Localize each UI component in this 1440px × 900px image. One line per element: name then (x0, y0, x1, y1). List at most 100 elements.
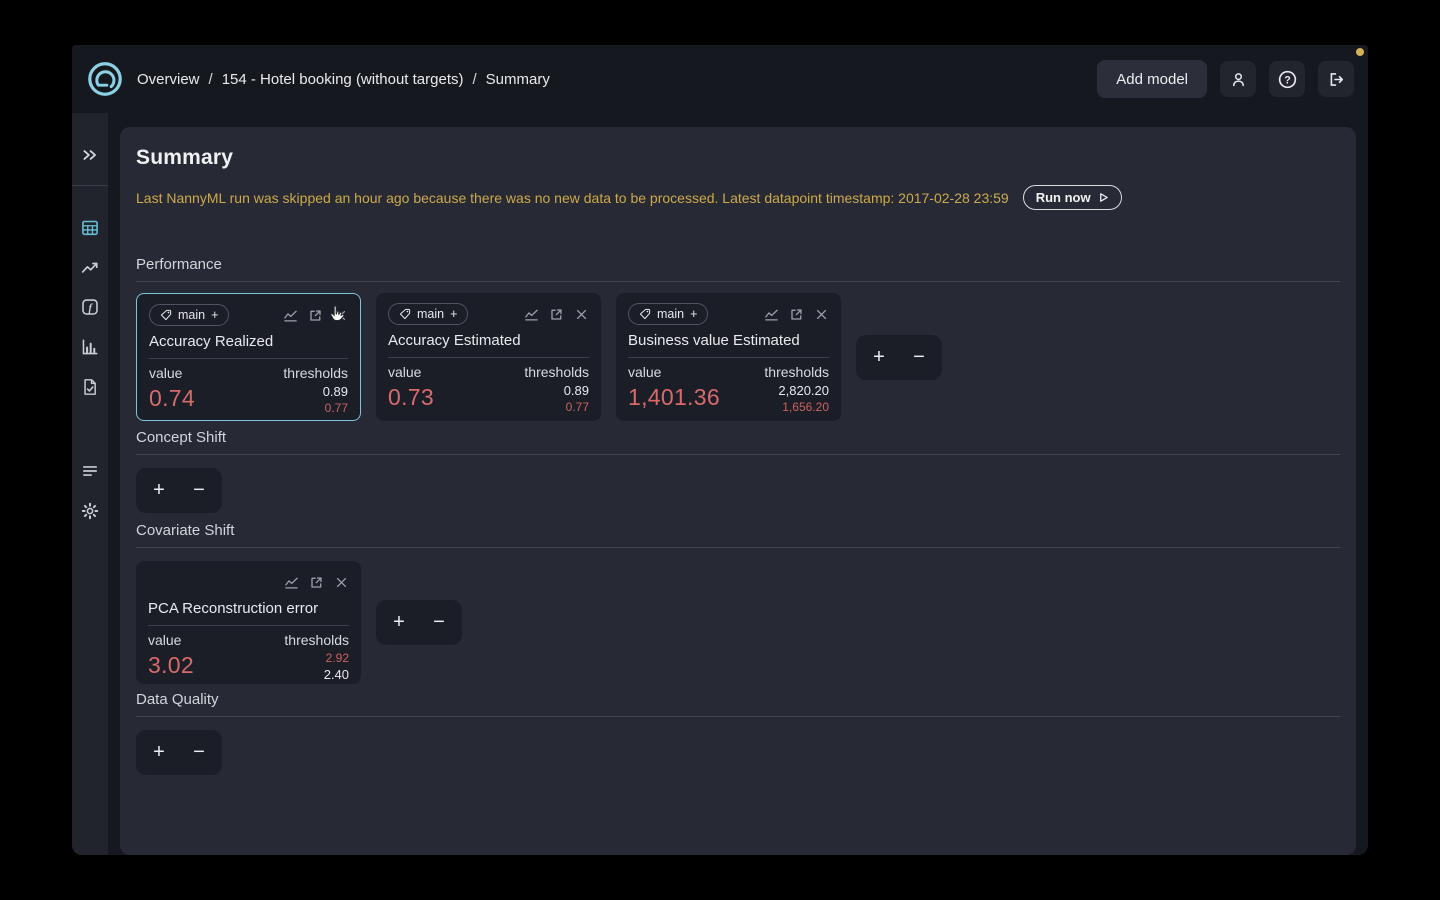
external-link-icon (309, 575, 324, 590)
performance-cards-row: main + Accuracy Realized value 0.74 (136, 293, 1340, 421)
value-column: value 1,401.36 (628, 364, 720, 414)
value-column: value 3.02 (148, 632, 194, 682)
metric-card-accuracy-estimated[interactable]: main + Accuracy Estimated value 0.73 (376, 293, 601, 421)
tag-pill[interactable]: main + (388, 303, 468, 325)
bar-chart-icon (81, 338, 99, 356)
sidebar: f (72, 113, 108, 855)
card-actions (283, 308, 348, 323)
value-label: value (148, 632, 194, 648)
breadcrumb-model[interactable]: 154 - Hotel booking (without targets) (222, 71, 464, 88)
external-link-icon (549, 307, 564, 322)
tag-label: main (657, 307, 684, 321)
app-window: Overview / 154 - Hotel booking (without … (72, 45, 1368, 855)
open-external-button[interactable] (309, 575, 324, 590)
tag-add: + (450, 307, 457, 321)
card-header: main + (149, 303, 348, 327)
remove-metric-button[interactable]: − (419, 600, 459, 645)
card-actions (764, 307, 829, 322)
breadcrumb-summary[interactable]: Summary (486, 71, 550, 88)
page-title: Summary (136, 144, 1340, 172)
metric-card-pca-reconstruction[interactable]: PCA Reconstruction error value 3.02 thre… (136, 561, 361, 684)
metric-title: Accuracy Estimated (388, 332, 589, 352)
threshold-upper: 0.89 (283, 384, 348, 399)
logout-button[interactable] (1318, 61, 1354, 97)
run-status-banner: Last NannyML run was skipped an hour ago… (136, 185, 1340, 210)
help-button[interactable]: ? (1269, 61, 1305, 97)
view-chart-button[interactable] (764, 307, 779, 322)
threshold-lower: 0.77 (524, 400, 589, 414)
view-chart-button[interactable] (524, 307, 539, 322)
view-chart-button[interactable] (284, 575, 299, 590)
card-body: value 3.02 thresholds 2.92 2.40 (148, 632, 349, 682)
sidebar-item-logs[interactable] (81, 462, 99, 480)
sidebar-item-reports[interactable] (81, 378, 99, 396)
thresholds-label: thresholds (284, 632, 349, 648)
tag-label: main (178, 308, 205, 322)
thresholds-column: thresholds 0.89 0.77 (524, 364, 589, 414)
add-metric-button[interactable]: + (139, 730, 179, 775)
remove-card-button[interactable] (333, 308, 348, 323)
card-header: main + (628, 302, 829, 326)
metric-card-accuracy-realized[interactable]: main + Accuracy Realized value 0.74 (136, 293, 361, 421)
thresholds-column: thresholds 0.89 0.77 (283, 365, 348, 415)
covariate-add-remove-group: + − (376, 600, 462, 645)
close-icon (814, 307, 829, 322)
svg-text:?: ? (1284, 74, 1291, 86)
run-now-label: Run now (1036, 190, 1091, 205)
breadcrumb-overview[interactable]: Overview (137, 71, 200, 88)
metric-value: 0.73 (388, 384, 434, 411)
threshold-lower: 2.40 (284, 667, 349, 682)
banner-message: Last NannyML run was skipped an hour ago… (136, 190, 1009, 206)
tag-add: + (690, 307, 697, 321)
sidebar-item-analytics[interactable] (81, 338, 99, 356)
remove-card-button[interactable] (574, 307, 589, 322)
svg-text:f: f (88, 302, 93, 314)
remove-card-button[interactable] (334, 575, 349, 590)
card-divider (148, 625, 349, 626)
view-chart-button[interactable] (283, 308, 298, 323)
run-now-button[interactable]: Run now (1023, 185, 1122, 210)
thresholds-column: thresholds 2,820.20 1,656.20 (764, 364, 829, 414)
tag-icon (399, 308, 411, 320)
open-external-button[interactable] (308, 308, 323, 323)
section-header-concept-shift: Concept Shift (136, 429, 1340, 455)
tag-pill[interactable]: main + (628, 303, 708, 325)
document-check-icon (81, 378, 99, 396)
value-label: value (388, 364, 434, 380)
metric-value: 1,401.36 (628, 384, 720, 411)
tag-label: main (417, 307, 444, 321)
card-divider (149, 358, 348, 359)
trending-up-icon (81, 259, 99, 277)
remove-card-button[interactable] (814, 307, 829, 322)
line-chart-icon (764, 307, 779, 322)
open-external-button[interactable] (549, 307, 564, 322)
add-metric-button[interactable]: + (859, 335, 899, 380)
add-metric-button[interactable]: + (379, 600, 419, 645)
section-header-covariate-shift: Covariate Shift (136, 522, 1340, 548)
data-quality-add-remove-group: + − (136, 730, 222, 775)
user-profile-button[interactable] (1220, 61, 1256, 97)
sidebar-item-functions[interactable]: f (81, 298, 99, 316)
external-link-icon (789, 307, 804, 322)
remove-metric-button[interactable]: − (179, 468, 219, 513)
covariate-cards-row: PCA Reconstruction error value 3.02 thre… (136, 561, 1340, 684)
breadcrumb-separator: / (472, 71, 476, 88)
threshold-upper: 0.89 (524, 383, 589, 398)
card-actions (524, 307, 589, 322)
sidebar-item-dashboard[interactable] (81, 219, 99, 237)
value-label: value (149, 365, 195, 381)
metric-title: PCA Reconstruction error (148, 600, 349, 620)
open-external-button[interactable] (789, 307, 804, 322)
threshold-lower: 0.77 (283, 401, 348, 415)
metric-card-business-value[interactable]: main + Business value Estimated value 1,… (616, 293, 841, 421)
add-metric-button[interactable]: + (139, 468, 179, 513)
sidebar-collapse-button[interactable] (81, 146, 99, 164)
sidebar-item-settings[interactable] (81, 502, 99, 520)
add-model-button[interactable]: Add model (1097, 60, 1207, 98)
sidebar-item-performance[interactable] (81, 259, 99, 277)
remove-metric-button[interactable]: − (179, 730, 219, 775)
section-header-data-quality: Data Quality (136, 691, 1340, 717)
tag-icon (639, 308, 651, 320)
tag-pill[interactable]: main + (149, 304, 229, 326)
remove-metric-button[interactable]: − (899, 335, 939, 380)
